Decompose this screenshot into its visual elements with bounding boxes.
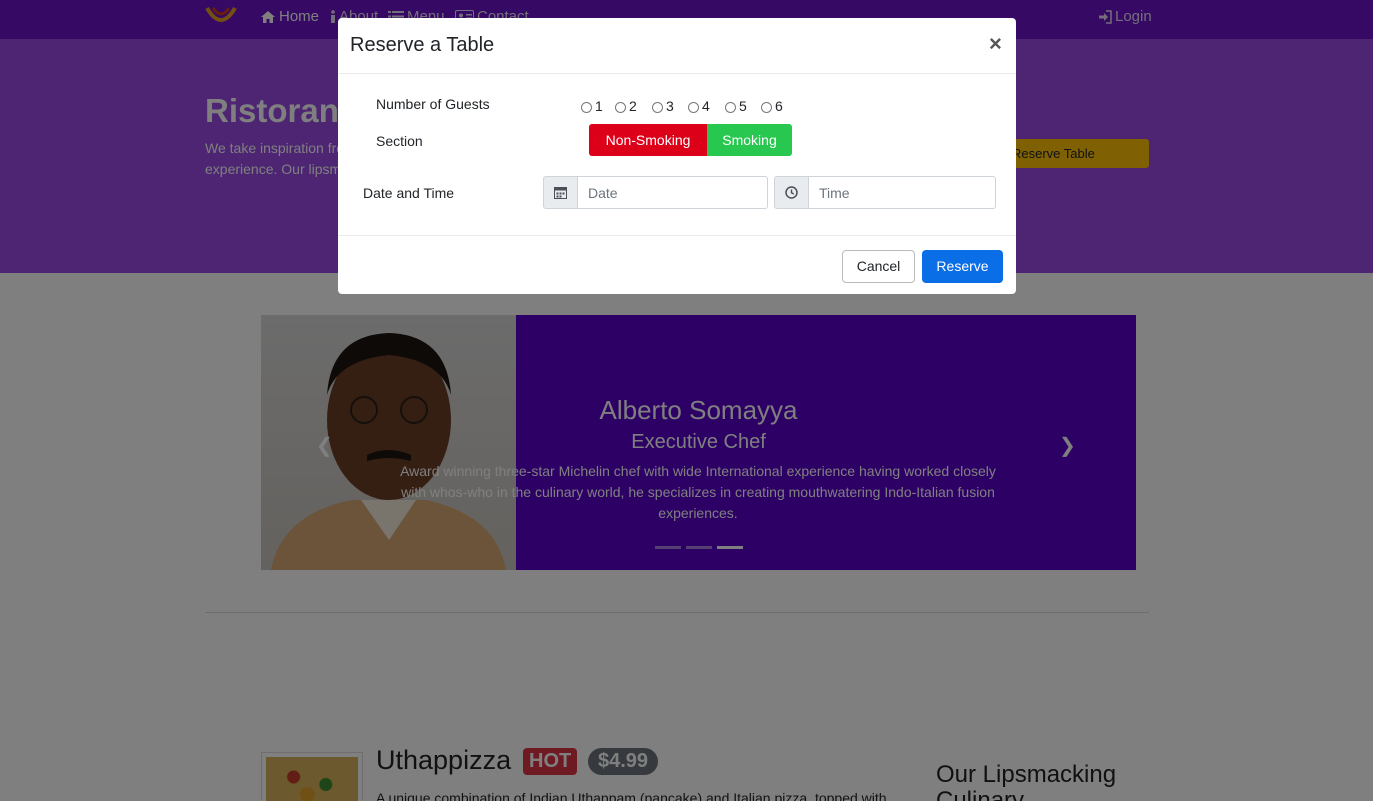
guest-radio-5[interactable]: 5 xyxy=(725,98,747,114)
radio-circle[interactable] xyxy=(652,101,663,113)
datetime-label: Date and Time xyxy=(363,185,455,201)
modal-footer: Cancel Reserve xyxy=(338,235,1016,294)
smoking-button[interactable]: Smoking xyxy=(707,124,792,156)
radio-circle[interactable] xyxy=(761,101,772,113)
non-smoking-button[interactable]: Non-Smoking xyxy=(589,124,707,156)
guest-radio-2[interactable]: 2 xyxy=(615,98,637,114)
guest-option-label: 3 xyxy=(666,98,674,114)
time-input[interactable] xyxy=(809,176,996,209)
calendar-icon xyxy=(543,176,578,209)
guest-option-label: 5 xyxy=(739,98,747,114)
radio-circle[interactable] xyxy=(581,101,592,113)
date-input[interactable] xyxy=(578,176,768,209)
guest-radio-4[interactable]: 4 xyxy=(688,98,710,114)
guest-option-label: 6 xyxy=(775,98,783,114)
cancel-button[interactable]: Cancel xyxy=(842,250,915,283)
radio-circle[interactable] xyxy=(725,101,736,113)
modal-title: Reserve a Table xyxy=(350,34,495,56)
radio-circle[interactable] xyxy=(615,101,626,113)
reserve-button[interactable]: Reserve xyxy=(922,250,1003,283)
guest-radio-1[interactable]: 1 xyxy=(581,98,603,114)
close-icon[interactable]: × xyxy=(989,33,1002,55)
guests-label: Number of Guests xyxy=(376,96,490,112)
clock-icon xyxy=(774,176,809,209)
modal-header: Reserve a Table × xyxy=(338,18,1016,74)
guest-option-label: 2 xyxy=(629,98,637,114)
radio-circle[interactable] xyxy=(688,101,699,113)
guest-radio-3[interactable]: 3 xyxy=(652,98,674,114)
section-label: Section xyxy=(376,133,423,149)
guest-radio-6[interactable]: 6 xyxy=(761,98,783,114)
guest-option-label: 4 xyxy=(702,98,710,114)
guest-option-label: 1 xyxy=(595,98,603,114)
reserve-table-modal: Reserve a Table × Number of Guests 1 2 3… xyxy=(338,18,1016,294)
